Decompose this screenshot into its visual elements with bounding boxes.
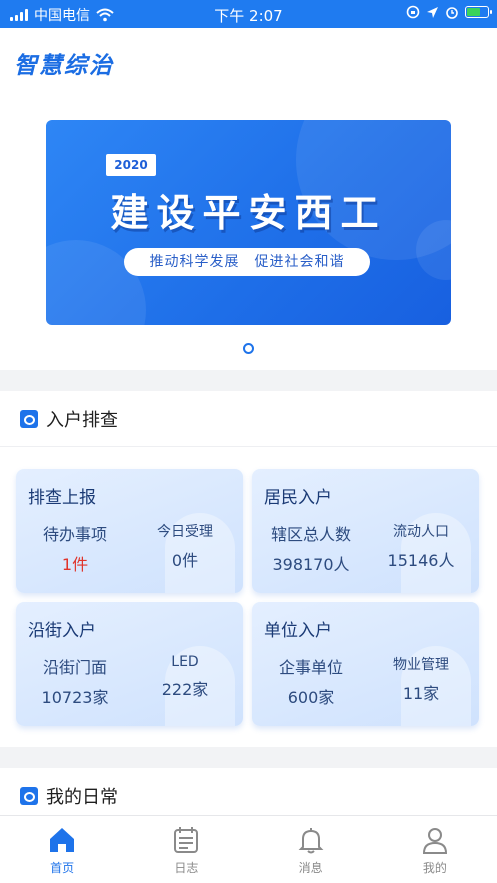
tab-mine[interactable]: 我的: [373, 816, 497, 883]
stat-label: 物业管理: [393, 657, 449, 673]
stat-item: 企事单位 600家: [257, 654, 365, 708]
stat-label: 沿街门面: [42, 658, 107, 677]
card-title: 居民入户: [264, 488, 332, 508]
calendar-icon: [174, 827, 199, 853]
stat-value: 11家: [402, 684, 440, 703]
app-header: 智慧综治: [0, 28, 497, 92]
rotation-lock-icon: [406, 5, 420, 19]
stat-label: 辖区总人数: [270, 525, 351, 544]
search-doc-icon: [20, 409, 38, 428]
stat-item: 流动人口 15146人: [367, 521, 475, 571]
user-icon: [422, 828, 447, 854]
stat-label: LED: [171, 654, 199, 670]
household-section: 入户排查 排查上报 待办事项 1件 今日受理 0件 居民入户 辖区总人数 398…: [0, 391, 497, 747]
status-right: [406, 5, 492, 19]
stat-label: 企事单位: [278, 658, 343, 677]
bell-icon: [298, 828, 324, 854]
stat-value: 10723家: [41, 688, 109, 707]
home-icon: [50, 828, 75, 852]
lightbulb-icon: [20, 787, 38, 805]
card-title: 排查上报: [28, 488, 96, 508]
tab-messages[interactable]: 消息: [249, 816, 373, 883]
stat-label: 流动人口: [393, 524, 449, 540]
stat-card-report[interactable]: 排查上报 待办事项 1件 今日受理 0件: [16, 469, 243, 593]
stat-item: 待办事项 1件: [21, 521, 129, 575]
stat-item: LED 222家: [131, 654, 239, 700]
stat-item: 今日受理 0件: [131, 521, 239, 571]
stat-card-units[interactable]: 单位入户 企事单位 600家 物业管理 11家: [252, 602, 479, 726]
stat-card-residents[interactable]: 居民入户 辖区总人数 398170人 流动人口 15146人: [252, 469, 479, 593]
banner-section: 2020 建设平安西工 推动科学发展 促进社会和谐: [0, 92, 497, 370]
tab-label: 首页: [50, 861, 75, 875]
status-bar: 中国电信 下午 2:07: [0, 0, 497, 28]
tab-home[interactable]: 首页: [0, 816, 124, 883]
stat-label: 待办事项: [42, 525, 107, 544]
tab-label: 消息: [298, 861, 323, 875]
stat-value: 398170人: [272, 555, 350, 574]
stat-item: 沿街门面 10723家: [21, 654, 129, 708]
alarm-icon: [446, 7, 458, 19]
banner-year-badge: 2020: [106, 154, 156, 176]
location-icon: [427, 6, 438, 18]
app-screen: 中国电信 下午 2:07 智慧综治 2020 建设平安西工 推动科学发展 促进社…: [0, 0, 497, 883]
bottom-tab-bar: 首页 日志 消息 我的: [0, 815, 497, 883]
section-title: 入户排查: [46, 409, 118, 431]
stat-item: 辖区总人数 398170人: [257, 521, 365, 575]
stat-value: 600家: [287, 688, 335, 707]
carousel-indicator-dot[interactable]: [243, 343, 254, 354]
banner-carousel[interactable]: 2020 建设平安西工 推动科学发展 促进社会和谐: [46, 120, 451, 325]
card-title: 沿街入户: [28, 621, 96, 641]
tab-label: 我的: [422, 861, 447, 875]
stat-value: 222家: [161, 680, 209, 699]
stat-label: 今日受理: [157, 524, 213, 540]
tab-label: 日志: [174, 861, 199, 875]
app-title: 智慧综治: [14, 53, 114, 79]
battery-icon: [465, 6, 492, 18]
section-title: 我的日常: [46, 787, 118, 808]
stat-value: 0件: [171, 551, 199, 570]
stat-value: 1件: [61, 555, 89, 574]
card-title: 单位入户: [264, 621, 332, 641]
tab-log[interactable]: 日志: [124, 816, 248, 883]
banner-headline: 建设平安西工: [110, 191, 387, 235]
stat-item: 物业管理 11家: [367, 654, 475, 704]
banner-slogan: 推动科学发展 促进社会和谐: [124, 248, 370, 276]
stat-value: 15146人: [387, 551, 455, 570]
section-header: 入户排查: [0, 391, 497, 447]
stat-card-street[interactable]: 沿街入户 沿街门面 10723家 LED 222家: [16, 602, 243, 726]
